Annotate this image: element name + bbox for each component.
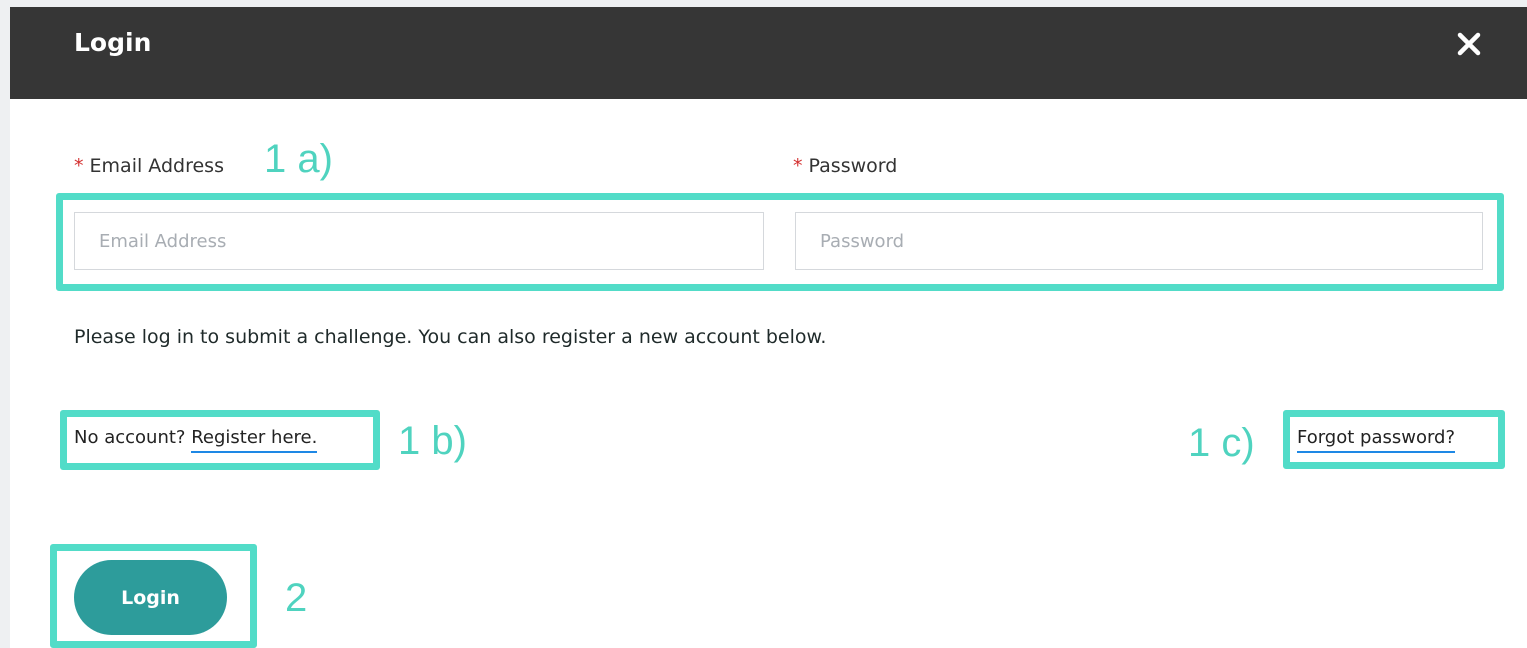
annotation-label-login: 2 [285, 576, 308, 620]
modal-header: Login [10, 7, 1527, 99]
email-input[interactable] [74, 212, 764, 270]
password-label-text: Password [808, 155, 898, 177]
required-mark: * [793, 155, 803, 177]
annotation-label-register: 1 b) [398, 419, 467, 463]
close-icon[interactable] [1456, 31, 1482, 57]
annotation-label-fields: 1 a) [264, 137, 333, 181]
email-label: * Email Address [74, 155, 224, 177]
register-prefix: No account? [74, 427, 186, 448]
email-label-text: Email Address [89, 155, 224, 177]
info-text: Please log in to submit a challenge. You… [74, 326, 827, 348]
modal-title: Login [74, 28, 152, 57]
register-row: No account? Register here. [74, 427, 318, 453]
login-modal: Login * Email Address * Password Please … [10, 7, 1527, 648]
forgot-password-row: Forgot password? [1297, 427, 1456, 453]
password-input[interactable] [795, 212, 1483, 270]
forgot-password-link[interactable]: Forgot password? [1297, 427, 1456, 453]
required-mark: * [74, 155, 84, 177]
annotation-label-forgot: 1 c) [1188, 421, 1255, 465]
register-link[interactable]: Register here. [191, 427, 318, 453]
login-button[interactable]: Login [74, 560, 227, 635]
password-label: * Password [793, 155, 897, 177]
